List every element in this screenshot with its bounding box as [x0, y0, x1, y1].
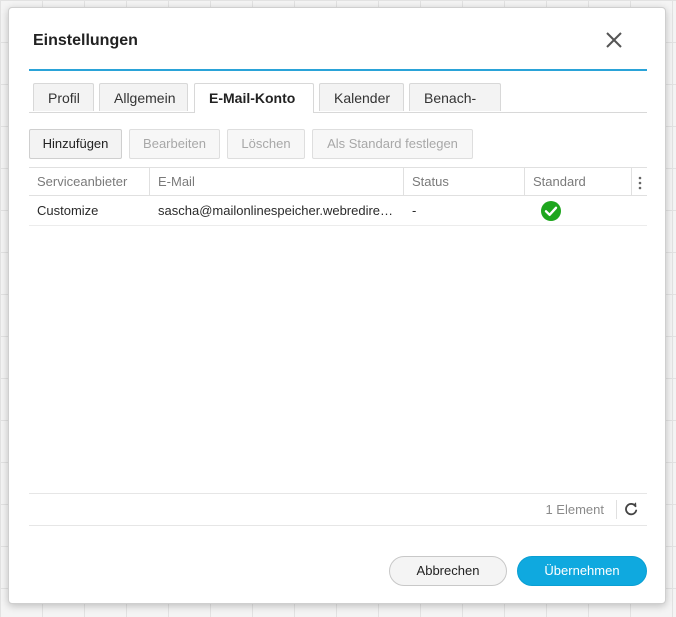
- apply-button[interactable]: Übernehmen: [517, 556, 647, 586]
- column-header-default[interactable]: Standard: [525, 168, 632, 195]
- cell-status: -: [412, 203, 417, 218]
- set-default-button[interactable]: Als Standard festlegen: [312, 129, 473, 159]
- dialog-title: Einstellungen: [33, 32, 138, 49]
- cell-provider: Customize: [37, 203, 99, 218]
- tab-benachrichtigungen[interactable]: Benach-: [409, 83, 501, 111]
- footer-divider: [616, 500, 617, 519]
- cancel-button[interactable]: Abbrechen: [389, 556, 507, 586]
- cell-email: sascha@mailonlinespeicher.webredire…: [158, 203, 394, 218]
- column-header-status[interactable]: Status: [404, 168, 525, 195]
- refresh-icon[interactable]: [623, 501, 639, 517]
- table-row[interactable]: Customize sascha@mailonlinespeicher.webr…: [29, 196, 647, 226]
- column-header-email[interactable]: E-Mail: [150, 168, 404, 195]
- check-circle-icon: [541, 201, 561, 221]
- tab-email-konto[interactable]: E-Mail-Konto: [194, 83, 314, 113]
- email-accounts-grid: Serviceanbieter E-Mail Status Standard C…: [29, 167, 647, 527]
- title-divider: [29, 69, 647, 71]
- tab-kalender[interactable]: Kalender: [319, 83, 404, 111]
- column-menu-icon[interactable]: [632, 168, 647, 195]
- tab-allgemein[interactable]: Allgemein: [99, 83, 188, 111]
- tab-bar: Profil Allgemein E-Mail-Konto Kalender B…: [29, 83, 647, 113]
- edit-button[interactable]: Bearbeiten: [129, 129, 220, 159]
- delete-button[interactable]: Löschen: [227, 129, 305, 159]
- tab-profil[interactable]: Profil: [33, 83, 94, 111]
- column-header-provider[interactable]: Serviceanbieter: [29, 168, 150, 195]
- close-icon[interactable]: [603, 29, 625, 51]
- grid-header: Serviceanbieter E-Mail Status Standard: [29, 167, 647, 196]
- add-button[interactable]: Hinzufügen: [29, 129, 122, 159]
- item-count: 1 Element: [545, 502, 604, 517]
- grid-footer: 1 Element: [29, 493, 647, 526]
- settings-dialog: Einstellungen Profil Allgemein E-Mail-Ko…: [8, 7, 666, 604]
